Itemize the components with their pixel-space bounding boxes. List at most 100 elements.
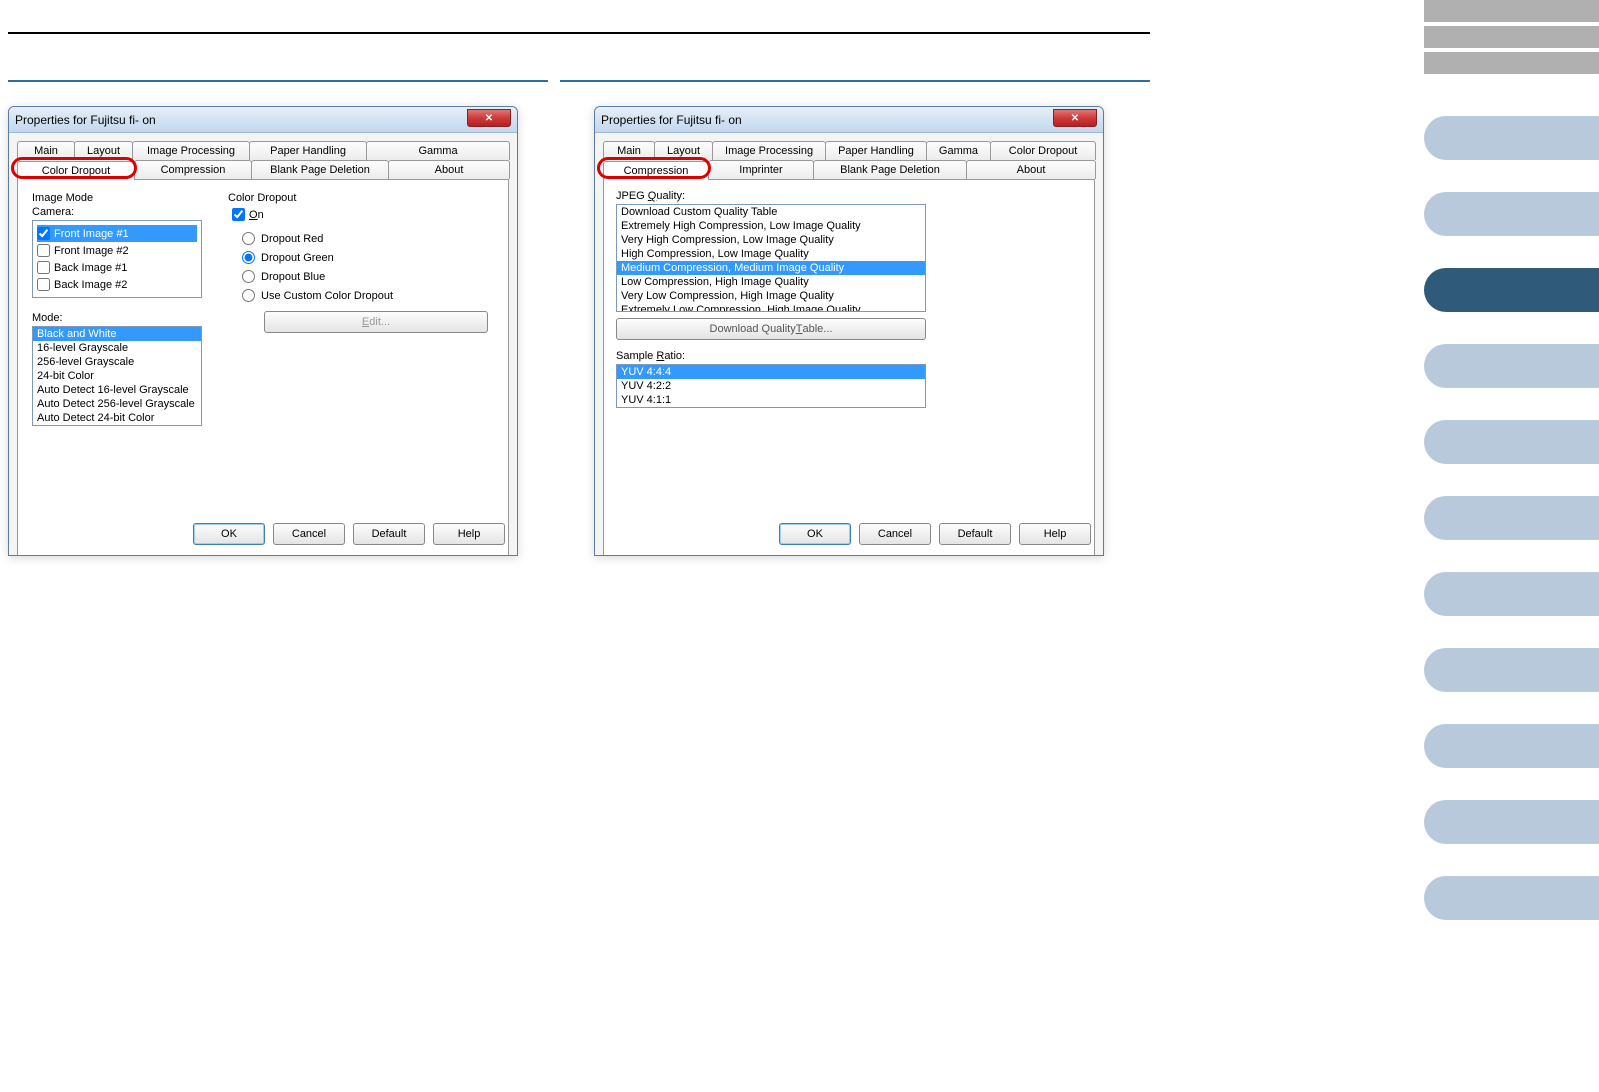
jpeg-quality-label: JPEG Quality: [616, 190, 1082, 202]
side-nav-item[interactable] [1424, 52, 1599, 74]
mode-item[interactable]: Auto Detect 24-bit Color [33, 411, 201, 425]
default-button[interactable]: Default [939, 523, 1011, 545]
mode-item[interactable]: Auto Detect 16-level Grayscale [33, 383, 201, 397]
side-nav-item[interactable] [1424, 496, 1599, 540]
side-nav-item[interactable] [1424, 800, 1599, 844]
radio[interactable] [242, 289, 255, 302]
download-quality-table-button[interactable]: Download Quality Table... [616, 318, 926, 340]
radio-custom-dropout[interactable]: Use Custom Color Dropout [228, 286, 488, 305]
section-rule-left [8, 80, 548, 82]
mode-item[interactable]: 24-bit Color [33, 369, 201, 383]
side-nav-item[interactable] [1424, 876, 1599, 920]
mode-item[interactable]: Auto Detect 256-level Grayscale [33, 397, 201, 411]
side-nav-item[interactable] [1424, 26, 1599, 48]
list-item[interactable]: Download Custom Quality Table [617, 205, 925, 219]
tab-layout[interactable]: Layout [74, 141, 133, 160]
tab-imprinter[interactable]: Imprinter [708, 160, 814, 179]
window-title: Properties for Fujitsu fi- on [15, 113, 156, 127]
checkbox[interactable] [37, 261, 50, 274]
on-checkbox[interactable] [232, 208, 245, 221]
ok-button[interactable]: OK [779, 523, 851, 545]
cancel-button[interactable]: Cancel [859, 523, 931, 545]
radio[interactable] [242, 251, 255, 264]
list-item[interactable]: Extremely High Compression, Low Image Qu… [617, 219, 925, 233]
tab-main[interactable]: Main [603, 141, 655, 160]
tab-gamma[interactable]: Gamma [926, 141, 991, 160]
radio[interactable] [242, 270, 255, 283]
tab-blank-page-deletion[interactable]: Blank Page Deletion [251, 160, 389, 179]
tab-layout[interactable]: Layout [654, 141, 713, 160]
list-item[interactable]: YUV 4:1:1 [617, 393, 925, 407]
tab-color-dropout[interactable]: Color Dropout [17, 161, 135, 180]
on-label: On [249, 209, 264, 221]
side-nav-item[interactable] [1424, 648, 1599, 692]
help-button[interactable]: Help [433, 523, 505, 545]
window-title: Properties for Fujitsu fi- on [601, 113, 742, 127]
camera-item-front2[interactable]: Front Image #2 [37, 242, 197, 259]
side-nav-item[interactable] [1424, 572, 1599, 616]
radio-dropout-green[interactable]: Dropout Green [228, 248, 488, 267]
titlebar[interactable]: Properties for Fujitsu fi- on [595, 107, 1103, 133]
tab-about[interactable]: About [966, 160, 1096, 179]
list-item[interactable]: High Compression, Low Image Quality [617, 247, 925, 261]
help-button[interactable]: Help [1019, 523, 1091, 545]
tab-row-2: Color Dropout Compression Blank Page Del… [17, 160, 509, 180]
side-nav-item[interactable] [1424, 0, 1599, 22]
mode-item[interactable]: 16-level Grayscale [33, 341, 201, 355]
tab-color-dropout[interactable]: Color Dropout [990, 141, 1096, 160]
side-nav-item[interactable] [1424, 420, 1599, 464]
dialog-compression: Properties for Fujitsu fi- on Main Layou… [594, 106, 1104, 556]
titlebar[interactable]: Properties for Fujitsu fi- on [9, 107, 517, 133]
list-item[interactable]: Extremely Low Compression, High Image Qu… [617, 303, 925, 312]
edit-button[interactable]: Edit... [264, 311, 488, 333]
list-item[interactable]: Medium Compression, Medium Image Quality [617, 261, 925, 275]
tab-image-processing[interactable]: Image Processing [132, 141, 250, 160]
list-item[interactable]: Low Compression, High Image Quality [617, 275, 925, 289]
ok-button[interactable]: OK [193, 523, 265, 545]
camera-list[interactable]: Front Image #1 Front Image #2 Back Image… [32, 220, 202, 298]
close-icon[interactable] [467, 109, 511, 127]
tab-about[interactable]: About [388, 160, 510, 179]
camera-item-front1[interactable]: Front Image #1 [37, 225, 197, 242]
jpeg-quality-list[interactable]: Download Custom Quality Table Extremely … [616, 204, 926, 312]
camera-label: Camera: [32, 206, 202, 218]
radio[interactable] [242, 232, 255, 245]
side-nav-item[interactable] [1424, 724, 1599, 768]
tab-image-processing[interactable]: Image Processing [712, 141, 826, 160]
mode-item[interactable]: 256-level Grayscale [33, 355, 201, 369]
list-item[interactable]: Very High Compression, Low Image Quality [617, 233, 925, 247]
tab-compression[interactable]: Compression [603, 161, 709, 180]
image-mode-label: Image Mode [32, 192, 202, 204]
radio-dropout-blue[interactable]: Dropout Blue [228, 267, 488, 286]
tab-panel: JPEG Quality: Download Custom Quality Ta… [603, 180, 1095, 556]
side-nav-item-active[interactable] [1424, 268, 1599, 312]
checkbox[interactable] [37, 244, 50, 257]
on-checkbox-row[interactable]: On [228, 206, 488, 229]
dialog-buttons: OK Cancel Default Help [779, 523, 1091, 545]
checkbox[interactable] [37, 227, 50, 240]
edit-label: Edit... [362, 316, 390, 328]
list-item[interactable]: YUV 4:2:2 [617, 379, 925, 393]
camera-item-back2[interactable]: Back Image #2 [37, 276, 197, 293]
tab-blank-page-deletion[interactable]: Blank Page Deletion [813, 160, 967, 179]
list-item[interactable]: Very Low Compression, High Image Quality [617, 289, 925, 303]
list-item[interactable]: YUV 4:4:4 [617, 365, 925, 379]
tab-gamma[interactable]: Gamma [366, 141, 510, 160]
cancel-button[interactable]: Cancel [273, 523, 345, 545]
tab-paper-handling[interactable]: Paper Handling [249, 141, 367, 160]
mode-item[interactable]: Black and White [33, 327, 201, 341]
sample-ratio-list[interactable]: YUV 4:4:4 YUV 4:2:2 YUV 4:1:1 [616, 364, 926, 408]
side-nav-item[interactable] [1424, 344, 1599, 388]
tab-row-1: Main Layout Image Processing Paper Handl… [603, 141, 1095, 160]
checkbox[interactable] [37, 278, 50, 291]
tab-compression[interactable]: Compression [134, 160, 252, 179]
side-nav-item[interactable] [1424, 116, 1599, 160]
radio-dropout-red[interactable]: Dropout Red [228, 229, 488, 248]
mode-list[interactable]: Black and White 16-level Grayscale 256-l… [32, 326, 202, 426]
tab-paper-handling[interactable]: Paper Handling [825, 141, 927, 160]
close-icon[interactable] [1053, 109, 1097, 127]
camera-item-back1[interactable]: Back Image #1 [37, 259, 197, 276]
default-button[interactable]: Default [353, 523, 425, 545]
side-nav-item[interactable] [1424, 192, 1599, 236]
tab-main[interactable]: Main [17, 141, 75, 160]
